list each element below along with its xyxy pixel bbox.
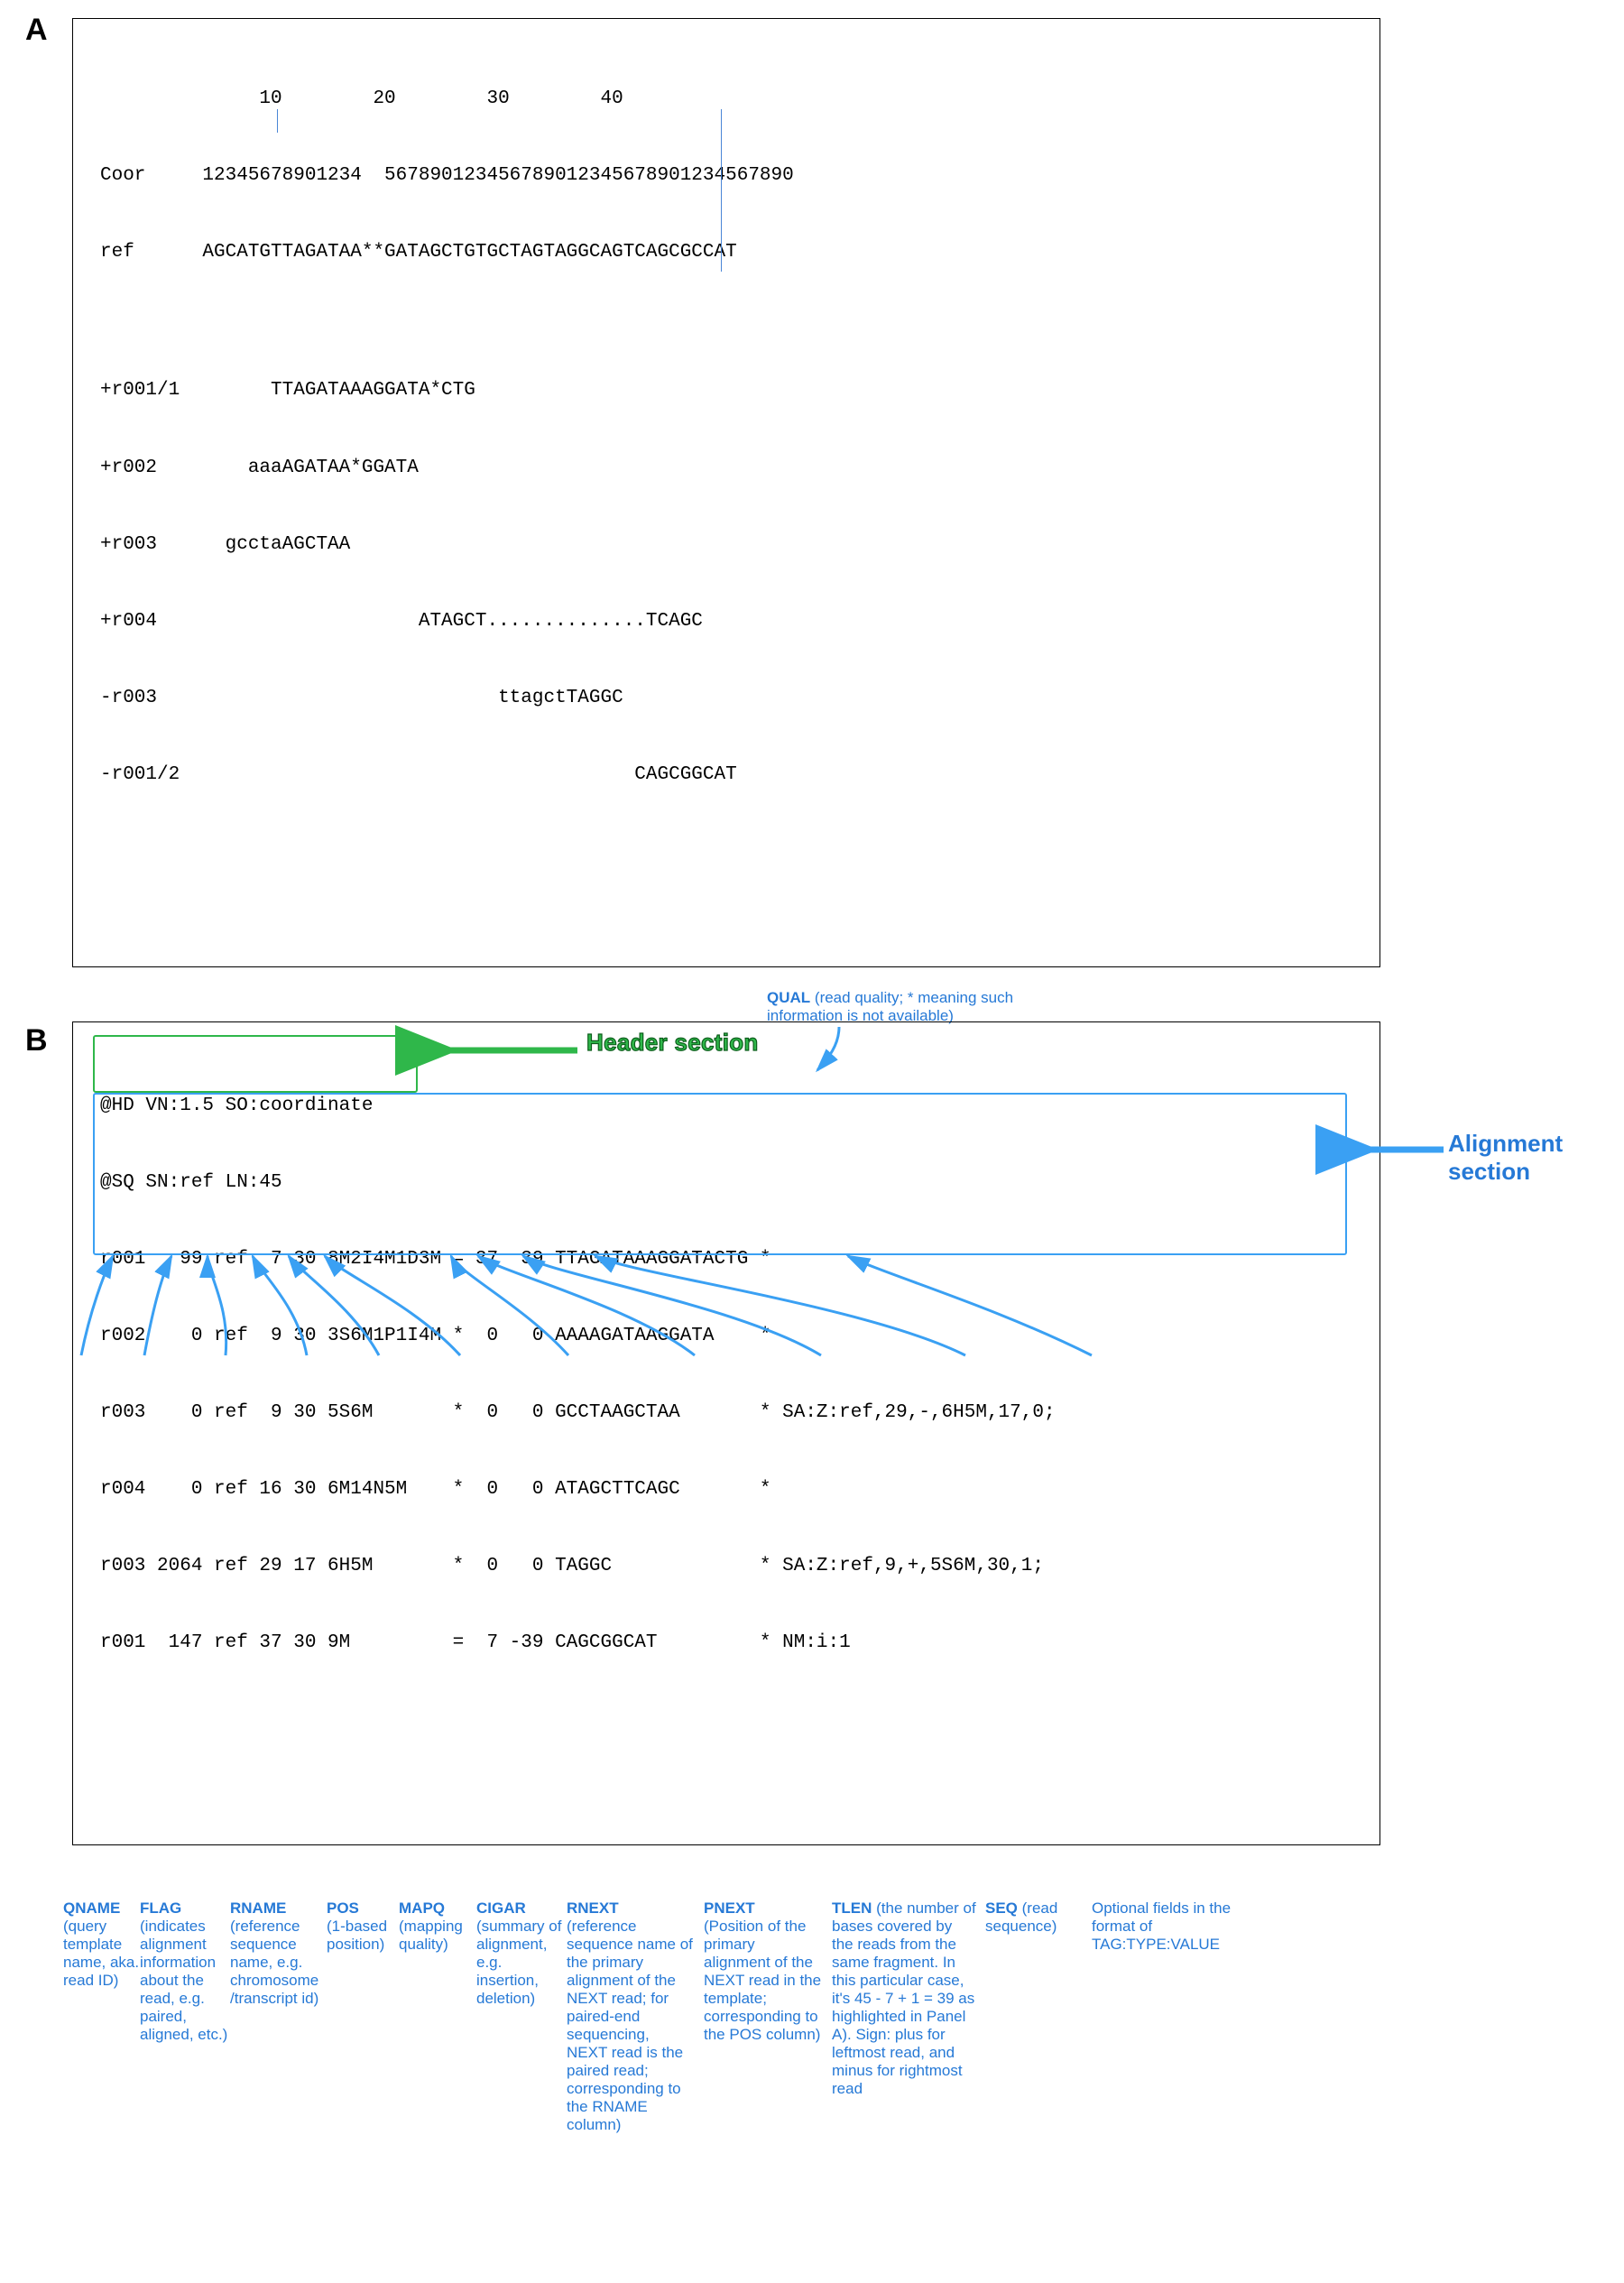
panel-a-box: 10 20 30 40 Coor 12345678901234 56789012… bbox=[72, 18, 1380, 967]
align-line: r003 0 ref 9 30 5S6M * 0 0 GCCTAAGCTAA *… bbox=[100, 1400, 1352, 1426]
read-line: -r001/2 CAGCGGCAT bbox=[100, 763, 1352, 788]
alignment-section-box bbox=[93, 1093, 1347, 1255]
panel-a-label: A bbox=[25, 13, 48, 48]
coor-line: Coor 12345678901234 56789012345678901234… bbox=[100, 163, 1352, 189]
align-line: r002 0 ref 9 30 3S6M1P1I4M * 0 0 AAAAGAT… bbox=[100, 1324, 1352, 1349]
read-line: +r004 ATAGCT..............TCAGC bbox=[100, 609, 1352, 634]
annot-seq: SEQ (read sequence) bbox=[985, 1899, 1075, 1936]
annot-qual: QUAL (read quality; * meaning such infor… bbox=[767, 989, 1074, 1025]
annot-flag: FLAG (indicates alignment information ab… bbox=[140, 1899, 230, 2044]
read-line: +r002 aaaAGATAA*GGATA bbox=[100, 456, 1352, 481]
panel-a: A 10 20 30 40 Coor 12345678901234 567890… bbox=[27, 18, 1597, 967]
panel-b-box: @HD VN:1.5 SO:coordinate @SQ SN:ref LN:4… bbox=[72, 1021, 1380, 1845]
annot-pos: POS (1-based position) bbox=[327, 1899, 399, 1954]
annot-optional: Optional fields in the format of TAG:TYP… bbox=[1092, 1899, 1254, 1954]
annot-tlen: TLEN (the number of bases covered by the… bbox=[832, 1899, 976, 2099]
ref-line: ref AGCATGTTAGATAA**GATAGCTGTGCTAGTAGGCA… bbox=[100, 240, 1352, 265]
read-line: +r001/1 TTAGATAAAGGATA*CTG bbox=[100, 378, 1352, 403]
annot-qname: QNAME (query template name, aka. read ID… bbox=[63, 1899, 144, 1990]
annot-mapq: MAPQ (mapping quality) bbox=[399, 1899, 475, 1954]
alignment-section-label: Alignment section bbox=[1448, 1130, 1597, 1186]
align-line: r004 0 ref 16 30 6M14N5M * 0 0 ATAGCTTCA… bbox=[100, 1477, 1352, 1502]
ruler-line: 10 20 30 40 bbox=[100, 87, 1352, 112]
annot-qual-title: QUAL bbox=[767, 989, 810, 1006]
header-section-box bbox=[93, 1035, 418, 1093]
guide-line bbox=[721, 109, 722, 272]
annot-cigar: CIGAR (summary of alignment, e.g. insert… bbox=[476, 1899, 562, 2008]
read-line: +r003 gcctaAGCTAA bbox=[100, 532, 1352, 558]
read-line: -r003 ttagctTAGGC bbox=[100, 686, 1352, 711]
align-line: r003 2064 ref 29 17 6H5M * 0 0 TAGGC * S… bbox=[100, 1554, 1352, 1579]
panel-b: B QUAL (read quality; * meaning such inf… bbox=[27, 1021, 1597, 1845]
annot-row: QNAME (query template name, aka. read ID… bbox=[72, 1899, 1606, 2269]
header-section-label: Header section bbox=[586, 1029, 759, 1057]
align-line: r001 147 ref 37 30 9M = 7 -39 CAGCGGCAT … bbox=[100, 1631, 1352, 1656]
guide-line bbox=[277, 109, 278, 133]
annot-pnext: PNEXT (Position of the primary alignment… bbox=[704, 1899, 826, 2044]
panel-b-label: B bbox=[25, 1023, 48, 1058]
annot-rname: RNAME (reference sequence name, e.g. chr… bbox=[230, 1899, 325, 2008]
annot-rnext: RNEXT (reference sequence name of the pr… bbox=[567, 1899, 693, 2135]
